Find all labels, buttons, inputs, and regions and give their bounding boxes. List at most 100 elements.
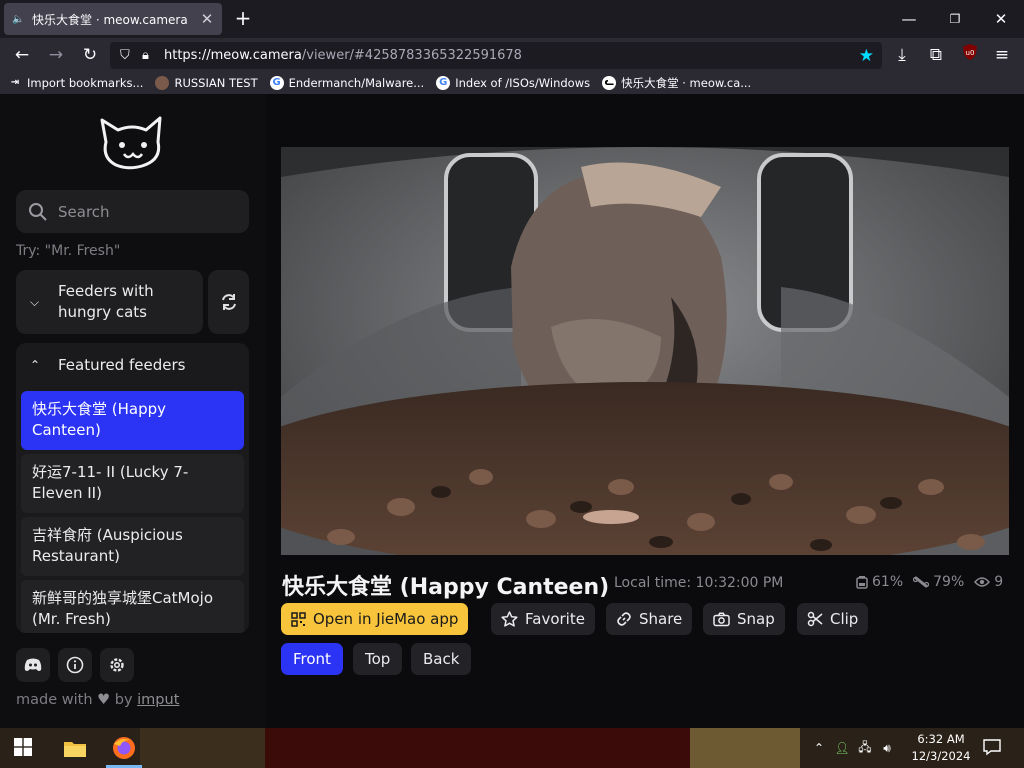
- viewers-stat: 9: [974, 574, 1003, 590]
- bookmark-isos[interactable]: G Index of /ISOs/Windows: [436, 76, 590, 90]
- bookmarks-toolbar: ⇥ Import bookmarks... RUSSIAN TEST G End…: [0, 72, 1024, 94]
- viewers-value: 9: [994, 574, 1004, 590]
- favorite-button[interactable]: Favorite: [491, 603, 595, 635]
- wallpaper-strip: [140, 728, 265, 768]
- ublock-icon[interactable]: u0: [958, 43, 982, 67]
- camera-top-button[interactable]: Top: [353, 643, 403, 675]
- extensions-icon[interactable]: ⧉: [924, 43, 948, 67]
- user-icon[interactable]: 👤︎: [830, 741, 854, 755]
- settings-button[interactable]: [100, 648, 134, 682]
- refresh-button[interactable]: [208, 270, 249, 334]
- back-icon[interactable]: ←: [10, 43, 34, 67]
- downloads-icon[interactable]: ⤓: [890, 43, 914, 67]
- info-icon: [66, 656, 84, 674]
- featured-feeders-toggle[interactable]: ⌃ Featured feeders: [16, 343, 249, 387]
- camera-feed-image: [281, 147, 1009, 555]
- feeder-name-line1: 新鲜哥的独享城堡CatMojo: [32, 589, 214, 607]
- import-icon: ⇥: [10, 77, 20, 88]
- feeder-name-line2: Canteen): [32, 421, 101, 439]
- search-box[interactable]: [16, 190, 249, 233]
- camera-front-button[interactable]: Front: [281, 643, 343, 675]
- lock-icon[interactable]: 🔒︎: [142, 48, 160, 63]
- camera-back-button[interactable]: Back: [411, 643, 472, 675]
- bookmark-import[interactable]: ⇥ Import bookmarks...: [8, 76, 144, 90]
- firefox-icon[interactable]: [110, 734, 138, 762]
- discord-icon: [24, 658, 42, 671]
- meow-logo-icon[interactable]: [98, 112, 168, 172]
- minimize-button[interactable]: —: [898, 8, 920, 30]
- bookmark-label: Endermanch/Malware...: [288, 76, 425, 90]
- feeder-item-lucky-7-eleven[interactable]: 好运7-11- II (Lucky 7- Eleven II): [21, 454, 244, 513]
- hungry-group-line2: hungry cats: [58, 303, 147, 321]
- tab-title: 快乐大食堂 · meow.camera: [32, 12, 188, 27]
- hungry-cats-toggle[interactable]: ⌵ Feeders with hungry cats: [16, 270, 203, 334]
- search-hint: Try: "Mr. Fresh": [16, 243, 121, 259]
- notification-icon[interactable]: [982, 738, 1002, 756]
- forward-icon[interactable]: →: [44, 43, 68, 67]
- system-tray: ⌃ 👤︎ 🖧︎ 🔊︎: [808, 728, 898, 768]
- search-input[interactable]: [58, 202, 238, 221]
- new-tab-button[interactable]: +: [232, 7, 254, 29]
- chevron-down-icon: ⌵: [30, 294, 40, 309]
- restore-button[interactable]: ❐: [944, 8, 966, 30]
- speaker-icon[interactable]: 🔈: [12, 14, 26, 25]
- snap-label: Snap: [737, 610, 775, 628]
- url-path: /viewer/#4258783365322591678: [301, 48, 522, 63]
- open-app-button[interactable]: Open in JieMao app: [281, 603, 469, 635]
- taskbar-clock[interactable]: 6:32 AM 12/3/2024: [906, 731, 976, 765]
- bookmark-meow[interactable]: ᓚ 快乐大食堂 · meow.ca...: [602, 75, 751, 91]
- bookmark-label: 快乐大食堂 · meow.ca...: [621, 76, 752, 90]
- feeder-item-mr-fresh[interactable]: 新鲜哥的独享城堡CatMojo (Mr. Fresh): [21, 580, 244, 633]
- bookmark-label: RUSSIAN TEST: [174, 76, 258, 90]
- svg-text:u0: u0: [966, 49, 975, 57]
- volume-icon[interactable]: 🔊︎: [876, 741, 898, 756]
- battery-value: 79%: [933, 574, 965, 590]
- navigation-bar: ← → ↻ ⛉ 🔒︎ https://meow.camera/viewer/#4…: [0, 38, 1024, 72]
- viewer-main: 快乐大食堂 (Happy Canteen) Local time: 10:32:…: [266, 94, 1024, 728]
- windows-taskbar: ⌃ 👤︎ 🖧︎ 🔊︎ 6:32 AM 12/3/2024: [0, 728, 1024, 768]
- bookmark-label: Import bookmarks...: [27, 76, 144, 90]
- hungry-group-line1: Feeders with: [58, 282, 154, 300]
- food-level-stat: 61%: [856, 574, 903, 590]
- google-icon: G: [436, 76, 451, 90]
- refresh-icon: [221, 294, 236, 310]
- feeder-item-auspicious-restaurant[interactable]: 吉祥食府 (Auspicious Restaurant): [21, 517, 244, 576]
- chevron-up-icon: ⌃: [30, 358, 41, 372]
- clock-date: 12/3/2024: [911, 749, 971, 763]
- star-icon: [501, 611, 518, 627]
- info-button[interactable]: [58, 648, 92, 682]
- eye-icon: [974, 577, 991, 587]
- site-icon: [155, 76, 170, 90]
- reload-icon[interactable]: ↻: [78, 43, 102, 67]
- share-label: Share: [639, 610, 683, 628]
- url-host: https://meow.camera: [164, 48, 302, 63]
- bookmark-endermanch[interactable]: G Endermanch/Malware...: [269, 76, 425, 90]
- scissors-icon: [807, 611, 823, 627]
- discord-button[interactable]: [16, 648, 50, 682]
- feeder-name-line2: Eleven II): [32, 484, 102, 502]
- chevron-up-icon[interactable]: ⌃: [808, 741, 830, 755]
- feeder-stats: 61% 79% 9: [856, 574, 1013, 590]
- snap-button[interactable]: Snap: [703, 603, 785, 635]
- favorite-label: Favorite: [525, 610, 585, 628]
- camera-feed[interactable]: [281, 147, 1009, 555]
- file-explorer-icon[interactable]: [61, 734, 89, 762]
- feeder-item-happy-canteen[interactable]: 快乐大食堂 (Happy Canteen): [21, 391, 244, 450]
- share-button[interactable]: Share: [606, 603, 693, 635]
- clip-button[interactable]: Clip: [797, 603, 869, 635]
- network-icon[interactable]: 🖧︎: [854, 738, 876, 759]
- url-bar[interactable]: ⛉ 🔒︎ https://meow.camera/viewer/#4258783…: [110, 42, 882, 69]
- bookmark-star-icon[interactable]: ★: [859, 46, 874, 66]
- bookmark-russian-test[interactable]: RUSSIAN TEST: [155, 76, 258, 90]
- browser-tab[interactable]: 🔈 快乐大食堂 · meow.camera ✕: [4, 3, 222, 35]
- menu-icon[interactable]: ≡: [990, 43, 1014, 67]
- meow-icon: ᓚ: [602, 76, 617, 90]
- windows-start-icon[interactable]: [14, 738, 32, 756]
- shield-icon[interactable]: ⛉: [120, 48, 138, 63]
- close-tab-icon[interactable]: ✕: [200, 10, 214, 28]
- credit-prefix: made with: [16, 692, 93, 708]
- imput-link[interactable]: imput: [137, 692, 179, 708]
- window-close-button[interactable]: ✕: [990, 8, 1012, 30]
- heart-icon: ♥: [97, 692, 111, 708]
- feeder-name-line2: (Mr. Fresh): [32, 610, 111, 628]
